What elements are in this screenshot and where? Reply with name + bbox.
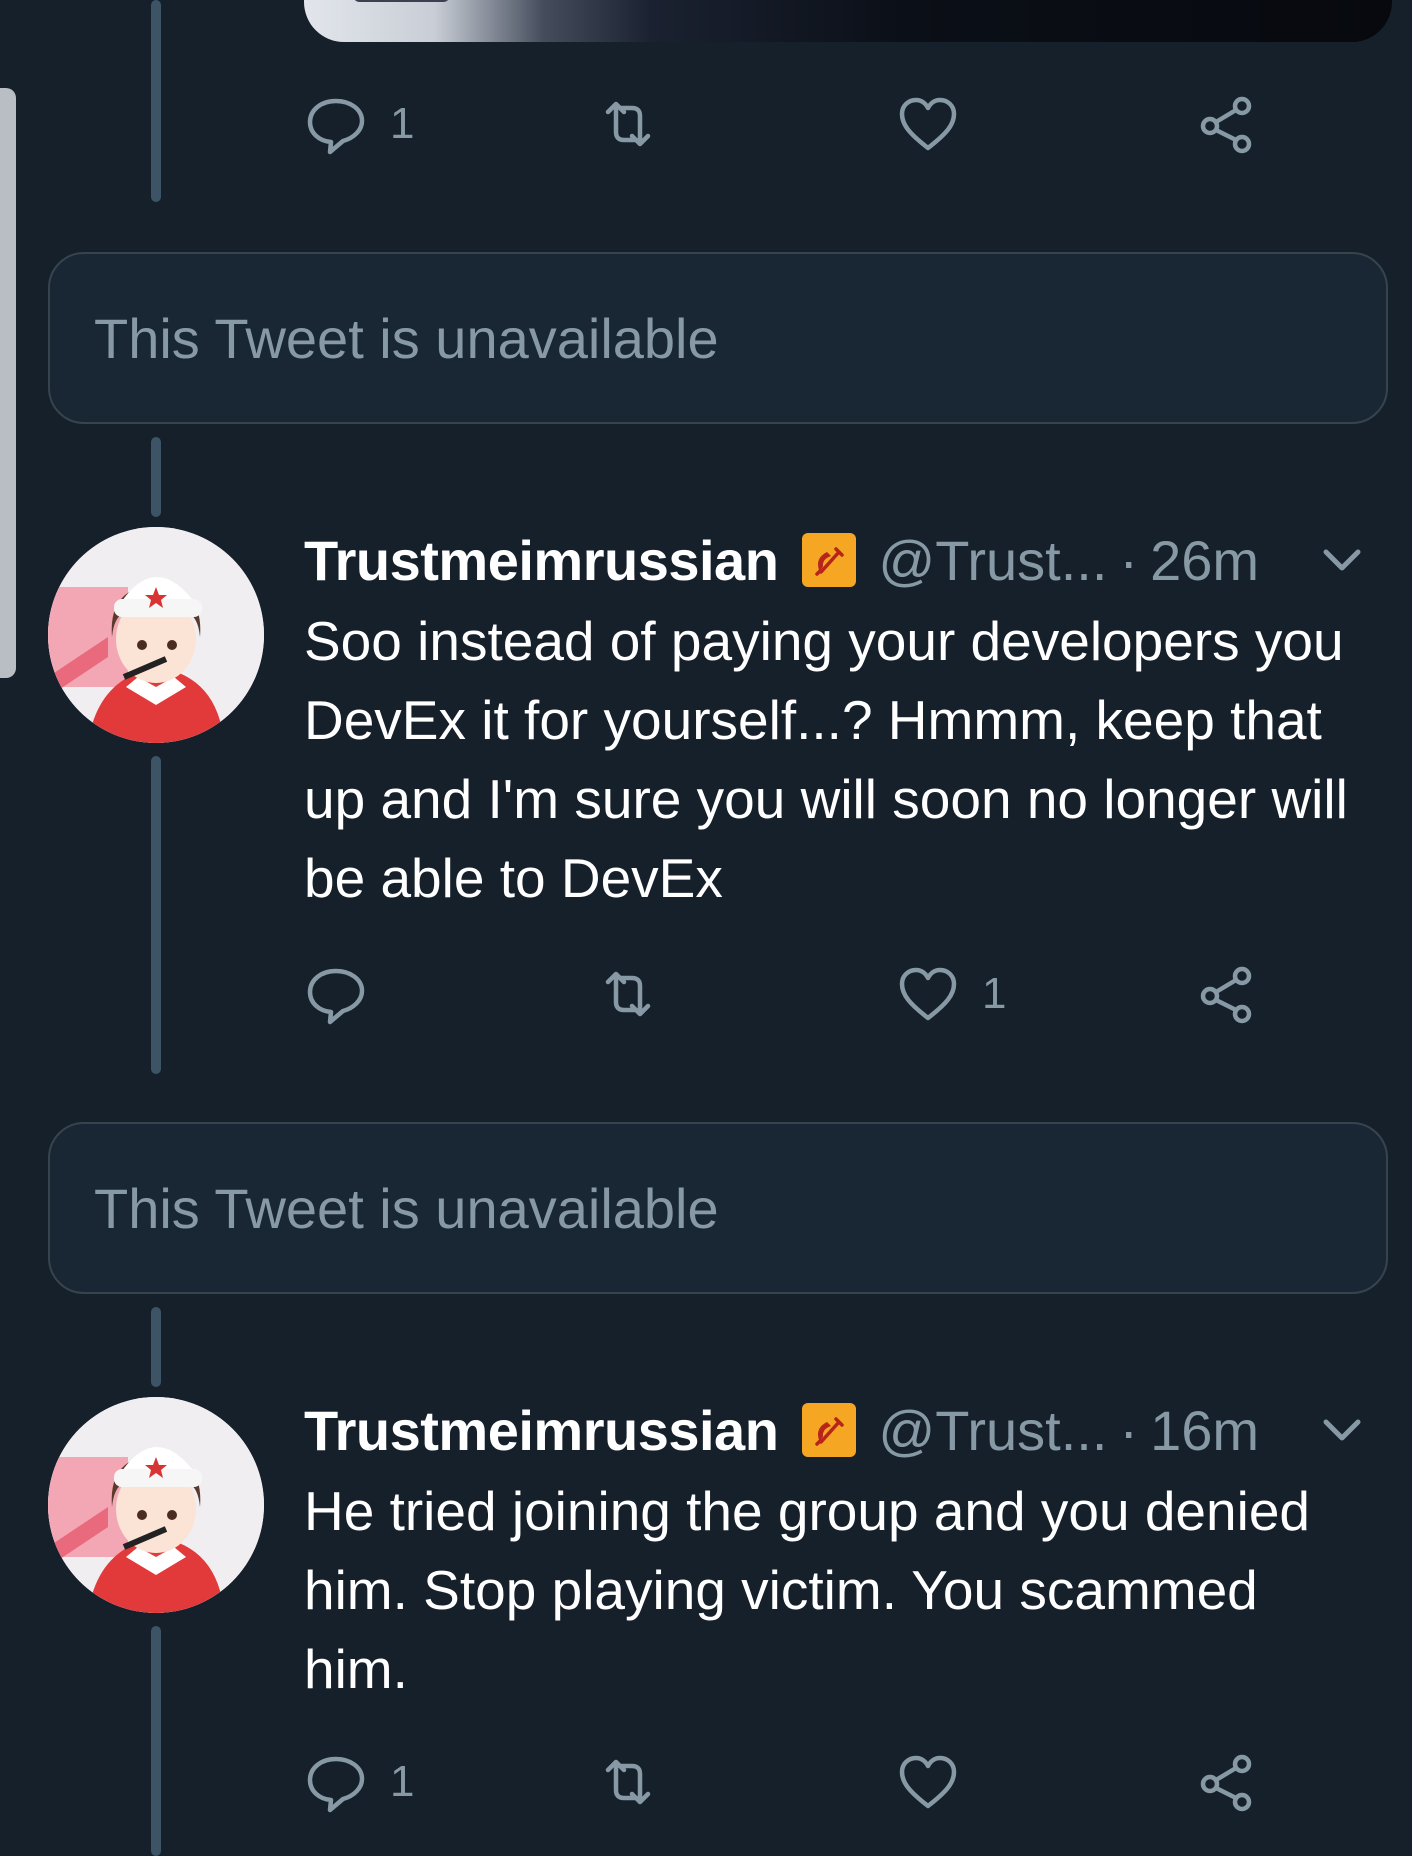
tweet-text: Soo instead of paying your developers yo… <box>304 610 1348 909</box>
tweet-media-image[interactable] <box>304 0 1392 42</box>
chevron-down-icon[interactable] <box>1318 1406 1366 1454</box>
share-button[interactable] <box>1194 88 1258 160</box>
separator-dot: · <box>1119 1398 1139 1462</box>
tweet-header: Trustmeimrussian @Trust... · 26m <box>304 522 1366 598</box>
like-button[interactable] <box>896 88 982 160</box>
avatar[interactable] <box>48 1397 264 1613</box>
avatar-image <box>48 527 264 743</box>
retweet-icon <box>596 1750 660 1814</box>
reply-count: 1 <box>390 99 415 148</box>
reply-icon <box>304 962 368 1026</box>
tweet-actions-top: 1 <box>304 88 1304 160</box>
unavailable-tweet-card[interactable]: This Tweet is unavailable <box>48 252 1388 424</box>
tweet-actions: 1 <box>304 1746 1304 1818</box>
thread-line <box>151 437 161 517</box>
like-icon <box>896 1750 960 1814</box>
unavailable-tweet-card[interactable]: This Tweet is unavailable <box>48 1122 1388 1294</box>
reply-icon <box>304 1750 368 1814</box>
hammer-sickle-icon <box>802 1403 857 1457</box>
like-icon <box>896 92 960 156</box>
thread-line <box>151 1626 161 1856</box>
reply-count: 1 <box>390 1757 415 1806</box>
thread-line <box>151 1307 161 1387</box>
chevron-down-icon[interactable] <box>1318 536 1366 584</box>
avatar-image <box>48 1397 264 1613</box>
tweet-timestamp[interactable]: 16m <box>1150 1398 1259 1463</box>
user-display-name[interactable]: Trustmeimrussian <box>304 528 779 593</box>
share-icon <box>1194 1750 1258 1814</box>
reply-icon <box>304 92 368 156</box>
reply-button[interactable] <box>304 958 390 1030</box>
tweet-actions: 1 <box>304 958 1304 1030</box>
user-display-name[interactable]: Trustmeimrussian <box>304 1398 779 1463</box>
hammer-sickle-icon <box>802 533 857 587</box>
avatar[interactable] <box>48 527 264 743</box>
tweet-header: Trustmeimrussian @Trust... · 16m <box>304 1392 1366 1468</box>
retweet-button[interactable] <box>596 88 682 160</box>
thread-line <box>151 756 161 1074</box>
like-count: 1 <box>982 969 1007 1018</box>
unavailable-tweet-text: This Tweet is unavailable <box>94 306 719 370</box>
reply-button[interactable]: 1 <box>304 88 414 160</box>
share-icon <box>1194 92 1258 156</box>
separator-dot: · <box>1119 528 1139 592</box>
share-button[interactable] <box>1194 958 1258 1030</box>
tweet-timestamp[interactable]: 26m <box>1150 528 1259 593</box>
reply-button[interactable]: 1 <box>304 1746 414 1818</box>
user-handle[interactable]: @Trust... <box>878 528 1107 593</box>
retweet-button[interactable] <box>596 958 682 1030</box>
scrollbar[interactable] <box>0 88 16 678</box>
retweet-icon <box>596 962 660 1026</box>
unavailable-tweet-text: This Tweet is unavailable <box>94 1176 719 1240</box>
like-icon <box>896 962 960 1026</box>
like-button[interactable]: 1 <box>896 958 1006 1030</box>
share-button[interactable] <box>1194 1746 1258 1818</box>
user-handle[interactable]: @Trust... <box>878 1398 1107 1463</box>
thread-line <box>151 0 161 202</box>
media-overlay <box>354 0 449 2</box>
tweet-text: He tried joining the group and you denie… <box>304 1480 1311 1700</box>
retweet-button[interactable] <box>596 1746 682 1818</box>
share-icon <box>1194 962 1258 1026</box>
like-button[interactable] <box>896 1746 982 1818</box>
retweet-icon <box>596 92 660 156</box>
